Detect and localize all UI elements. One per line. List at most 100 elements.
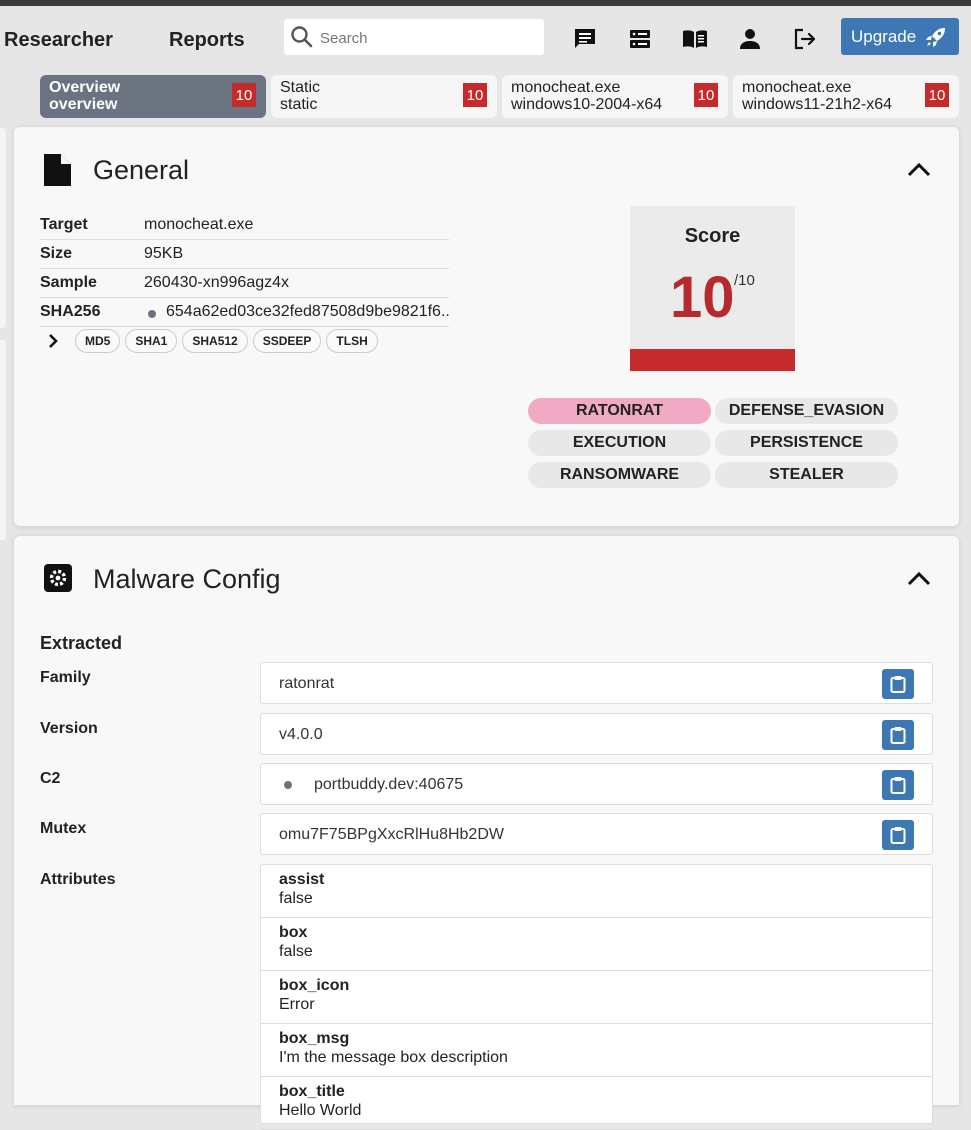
c2-field: portbuddy.dev:40675 bbox=[260, 763, 933, 805]
hash-pill-sha512[interactable]: SHA512 bbox=[182, 329, 248, 353]
logout-icon[interactable] bbox=[791, 25, 819, 53]
chat-icon[interactable] bbox=[571, 25, 599, 53]
attribute-row: box_title Hello World bbox=[261, 1077, 932, 1130]
hash-pill-ssdeep[interactable]: SSDEEP bbox=[252, 329, 322, 353]
attribute-key: box_icon bbox=[279, 977, 350, 994]
info-row: Sample 260430-xn996agz4x bbox=[40, 269, 449, 298]
attributes-label: Attributes bbox=[40, 871, 116, 888]
clipboard-icon bbox=[890, 827, 906, 844]
tag[interactable]: STEALER bbox=[715, 462, 898, 488]
attribute-row: box_icon Error bbox=[261, 971, 932, 1024]
info-key: Size bbox=[40, 245, 73, 262]
copy-button[interactable] bbox=[882, 669, 914, 699]
malware-config-card: Malware Config Extracted Family ratonrat… bbox=[14, 536, 959, 1130]
attribute-value: false bbox=[279, 943, 313, 960]
attribute-row: box false bbox=[261, 918, 932, 971]
score-value: 10 bbox=[670, 265, 735, 330]
hash-pill-md5[interactable]: MD5 bbox=[75, 329, 121, 353]
general-title: General bbox=[93, 155, 190, 185]
hash-pill-row: MD5 SHA1 SHA512 SSDEEP TLSH bbox=[40, 328, 378, 354]
attribute-key: box_title bbox=[279, 1083, 345, 1100]
attribute-key: box bbox=[279, 924, 308, 941]
c2-value[interactable]: portbuddy.dev:40675 bbox=[314, 776, 463, 794]
info-row: SHA256 654a62ed03ce32fed87508d9be9821f6.… bbox=[40, 298, 449, 327]
mutex-value[interactable]: omu7F75BPgXxcRlHu8Hb2DW bbox=[279, 826, 504, 844]
copy-button[interactable] bbox=[882, 720, 914, 750]
tab-overview[interactable]: Overview overview 10 bbox=[40, 75, 266, 118]
tab-static[interactable]: Static static 10 bbox=[271, 75, 497, 118]
attribute-row: assist false bbox=[261, 865, 932, 918]
nav-researcher-link[interactable]: Researcher bbox=[4, 29, 113, 52]
hash-pill-tlsh[interactable]: TLSH bbox=[326, 329, 378, 353]
book-icon[interactable] bbox=[681, 25, 709, 53]
side-panel-edge bbox=[0, 340, 6, 540]
search-input[interactable] bbox=[318, 19, 540, 57]
status-dot bbox=[284, 781, 292, 789]
tag[interactable]: DEFENSE_EVASION bbox=[715, 398, 898, 424]
mutex-label: Mutex bbox=[40, 820, 87, 837]
tab-title: Static bbox=[280, 79, 321, 96]
version-value[interactable]: v4.0.0 bbox=[279, 726, 323, 744]
attribute-value: I'm the message box description bbox=[279, 1049, 508, 1066]
collapse-chevron-icon[interactable] bbox=[907, 161, 931, 177]
attribute-value: Hello World bbox=[279, 1102, 362, 1119]
user-icon[interactable] bbox=[736, 25, 764, 53]
info-row: Size 95KB bbox=[40, 240, 449, 269]
search-icon bbox=[291, 26, 313, 48]
score-max: /10 bbox=[734, 272, 755, 289]
family-field: ratonrat bbox=[260, 662, 933, 704]
tab-windows10[interactable]: monocheat.exe windows10-2004-x64 10 bbox=[502, 75, 728, 118]
tab-subtitle: windows11-21h2-x64 bbox=[742, 96, 893, 113]
tab-title: monocheat.exe bbox=[511, 79, 621, 96]
tab-title: Overview bbox=[49, 79, 121, 96]
clipboard-icon bbox=[890, 727, 906, 744]
collapse-chevron-icon[interactable] bbox=[907, 570, 931, 586]
side-panel-edge bbox=[0, 128, 6, 328]
copy-button[interactable] bbox=[882, 820, 914, 850]
sample-info-table: Target monocheat.exe Size 95KB Sample 26… bbox=[40, 211, 449, 327]
attribute-key: assist bbox=[279, 871, 325, 888]
attribute-value: Error bbox=[279, 996, 315, 1013]
info-key: Target bbox=[40, 216, 88, 233]
report-tabs: Overview overview 10 Static static 10 mo… bbox=[0, 75, 971, 118]
expand-chevron-icon[interactable] bbox=[40, 329, 70, 353]
score-badge: 10 bbox=[694, 83, 718, 107]
tab-subtitle: windows10-2004-x64 bbox=[511, 96, 663, 113]
info-value: 95KB bbox=[144, 245, 184, 262]
server-icon[interactable] bbox=[626, 25, 654, 53]
c2-label: C2 bbox=[40, 770, 61, 787]
tag[interactable]: EXECUTION bbox=[528, 430, 711, 456]
tag-family[interactable]: RATONRAT bbox=[528, 398, 711, 424]
tab-windows11[interactable]: monocheat.exe windows11-21h2-x64 10 bbox=[733, 75, 959, 118]
tab-subtitle: static bbox=[280, 96, 318, 113]
info-value: 260430-xn996agz4x bbox=[144, 274, 290, 291]
version-label: Version bbox=[40, 720, 98, 737]
upgrade-button[interactable]: Upgrade bbox=[841, 18, 959, 55]
top-navbar: Researcher Reports Upgrade bbox=[0, 6, 971, 70]
score-badge: 10 bbox=[925, 83, 949, 107]
file-icon bbox=[44, 154, 71, 186]
copy-button[interactable] bbox=[882, 770, 914, 800]
clipboard-icon bbox=[890, 777, 906, 794]
info-value: monocheat.exe bbox=[144, 216, 254, 233]
upgrade-label: Upgrade bbox=[851, 26, 917, 46]
hash-pill-sha1[interactable]: SHA1 bbox=[125, 329, 178, 353]
tab-title: monocheat.exe bbox=[742, 79, 852, 96]
general-card: General Target monocheat.exe Size 95KB S… bbox=[14, 127, 959, 526]
tag[interactable]: RANSOMWARE bbox=[528, 462, 711, 488]
score-box: Score 10 /10 bbox=[630, 206, 795, 371]
gear-icon bbox=[44, 564, 72, 592]
malware-config-title: Malware Config bbox=[93, 564, 281, 594]
tag[interactable]: PERSISTENCE bbox=[715, 430, 898, 456]
info-key: Sample bbox=[40, 274, 97, 291]
sha256-value[interactable]: 654a62ed03ce32fed87508d9be9821f6... bbox=[166, 303, 449, 321]
tab-subtitle: overview bbox=[49, 96, 118, 113]
attributes-list: assist false box false box_icon Error bo… bbox=[260, 864, 933, 1130]
nav-reports-link[interactable]: Reports bbox=[169, 29, 245, 52]
version-field: v4.0.0 bbox=[260, 713, 933, 755]
status-dot bbox=[148, 310, 156, 318]
search-box bbox=[284, 19, 544, 57]
family-value[interactable]: ratonrat bbox=[279, 675, 334, 693]
family-label: Family bbox=[40, 669, 91, 686]
score-badge: 10 bbox=[463, 83, 487, 107]
